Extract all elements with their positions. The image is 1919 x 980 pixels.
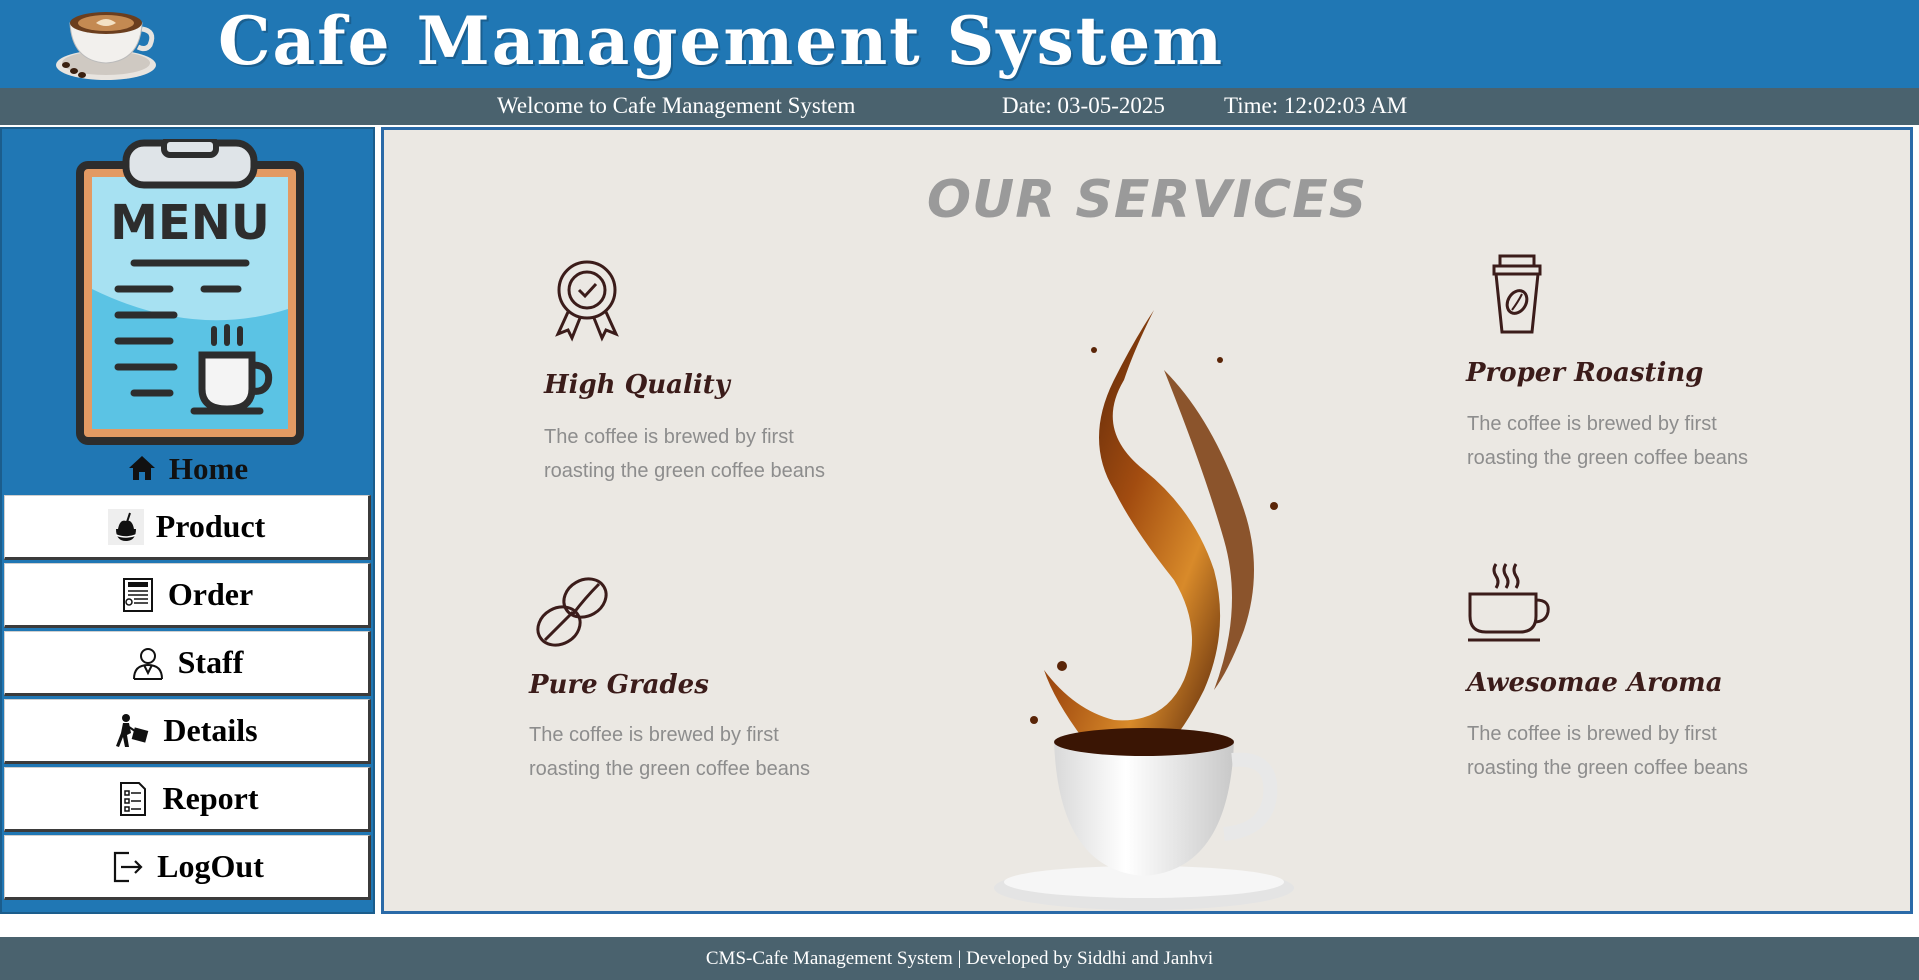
services-panel: OUR SERVICES High Quality The coffee is … [381, 127, 1913, 914]
time-text: Time: 12:02:03 AM [1224, 93, 1408, 118]
service-desc-proper-roasting: The coffee is brewed by first roasting t… [1467, 413, 1748, 469]
product-button[interactable]: Product [4, 495, 371, 560]
coffee-cup-icon [56, 12, 156, 80]
logout-button[interactable]: LogOut [4, 835, 371, 900]
service-title-high-quality: High Quality [544, 370, 730, 400]
home-icon [128, 456, 155, 480]
hot-cup-icon [1468, 563, 1550, 642]
welcome-text: Welcome to Cafe Management System [497, 93, 856, 118]
order-button[interactable]: Order [4, 563, 371, 628]
coffee-beans-icon [536, 577, 608, 647]
product-label: Product [155, 508, 266, 544]
home-button[interactable]: Home [2, 451, 373, 497]
menu-board-icon: MENU [76, 139, 304, 445]
details-button[interactable]: Details [4, 699, 371, 764]
service-title-proper-roasting: Proper Roasting [1466, 358, 1704, 388]
report-icon [119, 781, 146, 816]
order-label: Order [167, 576, 254, 612]
staff-button[interactable]: Staff [4, 631, 371, 696]
details-label: Details [163, 712, 258, 748]
app-title: Cafe Management System [218, 2, 1225, 80]
bill-icon [122, 577, 153, 612]
award-badge-icon [555, 260, 619, 342]
home-label: Home [168, 451, 249, 486]
service-title-awesome-aroma: Awesomae Aroma [1467, 668, 1723, 698]
sidebar: MENU Home Product Order Staff Details Re… [0, 127, 375, 914]
service-desc-awesome-aroma: The coffee is brewed by first roasting t… [1467, 723, 1748, 779]
delivery-icon [116, 713, 149, 747]
service-desc-pure-grades: The coffee is brewed by first roasting t… [529, 724, 810, 780]
report-button[interactable]: Report [4, 767, 371, 832]
service-desc-high-quality: The coffee is brewed by first roasting t… [544, 426, 825, 482]
date-text: Date: 03-05-2025 [1002, 93, 1165, 118]
footer: CMS-Cafe Management System | Developed b… [0, 937, 1919, 980]
coffee-splash-image [994, 310, 1294, 910]
service-title-pure-grades: Pure Grades [529, 670, 709, 700]
takeaway-cup-icon [1492, 254, 1542, 334]
info-bar: Welcome to Cafe Management System Date: … [0, 88, 1919, 125]
report-label: Report [162, 780, 259, 816]
staff-label: Staff [177, 644, 244, 680]
product-icon [107, 508, 144, 545]
logout-icon [114, 851, 143, 882]
logout-label: LogOut [157, 848, 264, 884]
svg-text:MENU: MENU [110, 195, 270, 251]
staff-icon [132, 647, 163, 680]
app-header: Cafe Management System [0, 0, 1919, 88]
services-title: OUR SERVICES [926, 170, 1368, 230]
